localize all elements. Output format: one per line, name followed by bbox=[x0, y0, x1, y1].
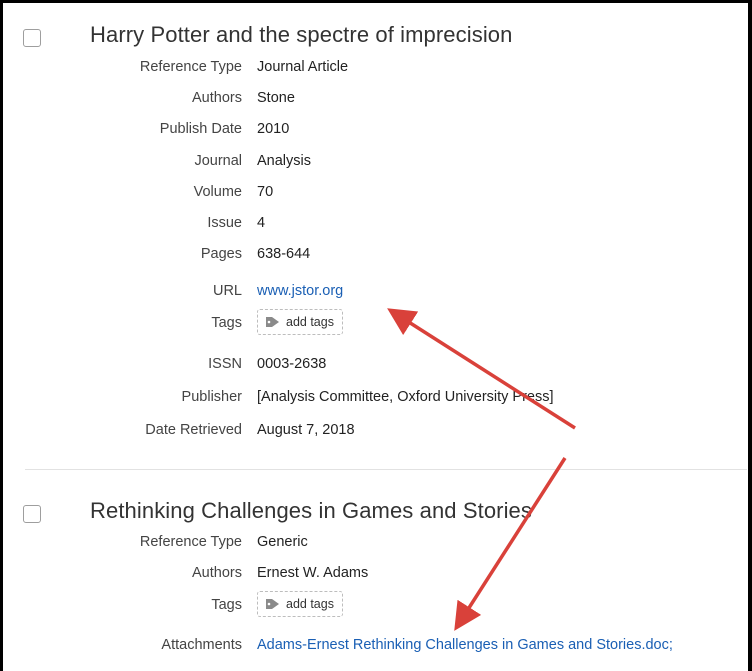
field-issn: ISSN 0003-2638 bbox=[0, 356, 740, 380]
tag-icon bbox=[266, 599, 279, 609]
field-authors: Authors Stone bbox=[0, 90, 740, 114]
field-publish-date: Publish Date 2010 bbox=[0, 121, 740, 145]
field-label: Reference Type bbox=[139, 534, 242, 550]
field-value: Generic bbox=[257, 534, 308, 550]
field-value: Stone bbox=[257, 90, 295, 106]
field-value: 2010 bbox=[257, 121, 290, 137]
field-value: [Analysis Committee, Oxford University P… bbox=[257, 389, 554, 405]
field-label: Volume bbox=[193, 184, 242, 200]
field-label: Journal bbox=[194, 153, 242, 169]
field-attachments: Attachments Adams-Ernest Rethinking Chal… bbox=[0, 637, 740, 661]
field-value: 70 bbox=[257, 184, 274, 200]
record-divider bbox=[25, 469, 747, 470]
field-label: Publish Date bbox=[159, 121, 242, 137]
record-title[interactable]: Harry Potter and the spectre of imprecis… bbox=[90, 22, 512, 48]
field-value: 0003-2638 bbox=[257, 356, 327, 372]
field-label: Issue bbox=[207, 215, 242, 231]
field-label: Date Retrieved bbox=[145, 422, 242, 438]
url-link[interactable]: www.jstor.org bbox=[257, 283, 343, 299]
add-tags-label: add tags bbox=[286, 315, 334, 329]
field-label: Authors bbox=[192, 90, 242, 106]
attachment-link[interactable]: Adams-Ernest Rethinking Challenges in Ga… bbox=[257, 637, 673, 653]
field-volume: Volume 70 bbox=[0, 184, 740, 208]
field-value: August 7, 2018 bbox=[257, 422, 355, 438]
field-value: Journal Article bbox=[257, 59, 349, 75]
add-tags-button[interactable]: add tags bbox=[257, 309, 343, 335]
field-label: Pages bbox=[200, 246, 242, 262]
field-value: Ernest W. Adams bbox=[257, 565, 369, 581]
field-label: Publisher bbox=[181, 389, 242, 405]
field-journal: Journal Analysis bbox=[0, 153, 740, 177]
field-pages: Pages 638-644 bbox=[0, 246, 740, 270]
field-label: Tags bbox=[211, 315, 242, 331]
tag-icon bbox=[266, 317, 279, 327]
field-value: 638-644 bbox=[257, 246, 311, 262]
field-tags: Tags add tags bbox=[0, 591, 740, 621]
field-reference-type: Reference Type Generic bbox=[0, 534, 740, 558]
field-label: URL bbox=[212, 283, 242, 299]
field-label: ISSN bbox=[208, 356, 242, 372]
field-label: Reference Type bbox=[139, 59, 242, 75]
field-value: 4 bbox=[257, 215, 266, 231]
record-select-checkbox[interactable] bbox=[23, 29, 41, 47]
field-reference-type: Reference Type Journal Article bbox=[0, 59, 740, 83]
field-value: Analysis bbox=[257, 153, 311, 169]
field-date-retrieved: Date Retrieved August 7, 2018 bbox=[0, 422, 740, 446]
field-tags: Tags add tags bbox=[0, 309, 740, 339]
field-url: URL www.jstor.org bbox=[0, 283, 740, 307]
field-authors: Authors Ernest W. Adams bbox=[0, 565, 740, 589]
field-publisher: Publisher [Analysis Committee, Oxford Un… bbox=[0, 389, 740, 413]
record-select-checkbox[interactable] bbox=[23, 505, 41, 523]
field-label: Attachments bbox=[161, 637, 242, 653]
field-label: Tags bbox=[211, 597, 242, 613]
add-tags-button[interactable]: add tags bbox=[257, 591, 343, 617]
record-title[interactable]: Rethinking Challenges in Games and Stori… bbox=[90, 498, 532, 524]
field-issue: Issue 4 bbox=[0, 215, 740, 239]
field-label: Authors bbox=[192, 565, 242, 581]
add-tags-label: add tags bbox=[286, 597, 334, 611]
